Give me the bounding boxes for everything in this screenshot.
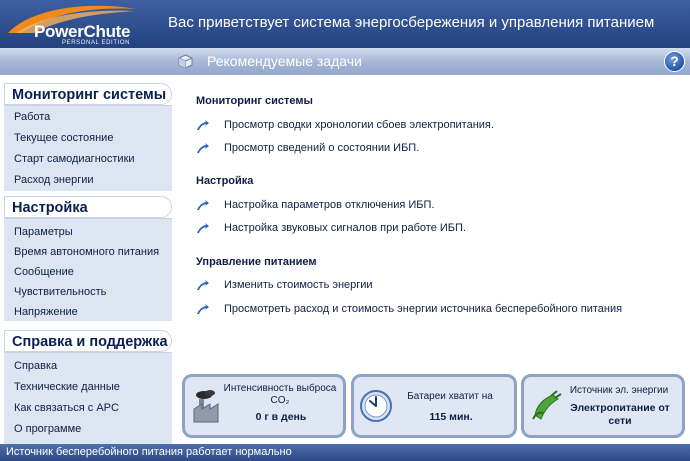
sidebar-section-title: Мониторинг системы	[4, 83, 172, 105]
powerchute-logo: PowerChute PERSONAL EDITION	[0, 0, 140, 48]
task-link[interactable]: Изменить стоимость энергии	[196, 279, 373, 291]
sidebar-item-sensitivity[interactable]: Чувствительность	[4, 282, 172, 302]
sidebar-item-parameters[interactable]: Параметры	[4, 222, 172, 242]
sidebar-item-help[interactable]: Справка	[4, 356, 172, 377]
logo-subtitle: PERSONAL EDITION	[62, 40, 131, 46]
recommended-tasks-panel: Мониторинг системы Просмотр сводки хроно…	[176, 75, 690, 375]
tasks-section-title: Управление питанием	[196, 256, 317, 268]
plug-icon	[532, 390, 562, 420]
status-cards: Интенсивность выброса CO₂ 0 г в день Бат…	[176, 370, 690, 444]
co2-value: 0 г в день	[255, 411, 307, 423]
co2-label-line1: Интенсивность выброса	[223, 383, 337, 394]
sidebar-item-tech-data[interactable]: Технические данные	[4, 377, 172, 398]
sidebar: Мониторинг системы Работа Текущее состоя…	[0, 75, 175, 444]
source-label: Источник эл. энергии	[569, 385, 669, 396]
task-label: Настройка звуковых сигналов при работе И…	[224, 222, 466, 234]
sidebar-section-title: Настройка	[4, 196, 172, 218]
task-label: Изменить стоимость энергии	[224, 279, 373, 291]
app-header: PowerChute PERSONAL EDITION Вас приветст…	[0, 0, 690, 48]
task-arrow-icon	[197, 120, 209, 131]
task-label: Настройка параметров отключения ИБП.	[224, 199, 435, 211]
task-label: Просмотреть расход и стоимость энергии и…	[224, 303, 623, 315]
subheader-title: Рекомендуемые задачи	[207, 53, 362, 69]
sidebar-item-self-test[interactable]: Старт самодиагностики	[4, 149, 172, 170]
task-label: Просмотр сводки хронологии сбоев электро…	[224, 119, 494, 131]
sidebar-item-contact-apc[interactable]: Как связаться с APC	[4, 398, 172, 419]
task-link[interactable]: Настройка звуковых сигналов при работе И…	[196, 222, 466, 234]
battery-runtime-card[interactable]: Батареи хватит на 115 мин.	[351, 374, 517, 438]
task-link[interactable]: Настройка параметров отключения ИБП.	[196, 199, 434, 211]
sidebar-section-help: Справка и поддержка Справка Технические …	[4, 330, 172, 444]
sidebar-item-about[interactable]: О программе	[4, 419, 172, 440]
factory-icon	[193, 390, 219, 423]
status-bar: Источник бесперебойного питания работает…	[0, 444, 690, 461]
sidebar-section-box: Справка Технические данные Как связаться…	[4, 352, 172, 444]
sidebar-item-runtime[interactable]: Время автономного питания	[4, 242, 172, 262]
clock-icon	[360, 390, 392, 422]
task-arrow-icon	[197, 143, 209, 154]
co2-label-line2: CO₂	[270, 395, 290, 406]
help-icon[interactable]: ?	[664, 51, 685, 72]
task-arrow-icon	[197, 200, 209, 211]
sidebar-section-monitoring: Мониторинг системы Работа Текущее состоя…	[4, 83, 172, 191]
battery-value: 115 мин.	[429, 411, 473, 423]
sidebar-item-work[interactable]: Работа	[4, 107, 172, 128]
task-arrow-icon	[197, 304, 209, 315]
sidebar-item-energy-usage[interactable]: Расход энергии	[4, 170, 172, 191]
co2-card[interactable]: Интенсивность выброса CO₂ 0 г в день	[182, 374, 346, 438]
subheader-bar: Рекомендуемые задачи ?	[0, 48, 690, 75]
header-title: Вас приветствует система энергосбережени…	[168, 14, 655, 31]
power-source-card[interactable]: Источник эл. энергии Электропитание от с…	[521, 374, 685, 438]
tasks-section-title: Мониторинг системы	[196, 95, 313, 107]
task-link[interactable]: Просмотреть расход и стоимость энергии и…	[196, 303, 622, 315]
sidebar-section-box: Работа Текущее состояние Старт самодиагн…	[4, 105, 172, 191]
sidebar-section-title: Справка и поддержка	[4, 330, 172, 352]
source-value: Электропитание от сети	[570, 402, 670, 427]
sidebar-item-message[interactable]: Сообщение	[4, 262, 172, 282]
task-arrow-icon	[197, 280, 209, 291]
task-link[interactable]: Просмотр сведений о состоянии ИБП.	[196, 142, 419, 154]
sidebar-section-settings: Настройка Параметры Время автономного пи…	[4, 196, 172, 321]
tasks-box-icon	[178, 54, 193, 69]
task-label: Просмотр сведений о состоянии ИБП.	[224, 142, 420, 154]
battery-label: Батареи хватит на	[407, 391, 493, 402]
sidebar-section-box: Параметры Время автономного питания Сооб…	[4, 218, 172, 321]
task-arrow-icon	[197, 223, 209, 234]
logo-text: PowerChute	[34, 22, 131, 41]
tasks-section-title: Настройка	[196, 175, 254, 187]
co2-label: Интенсивность выброса CO₂	[223, 383, 337, 407]
sidebar-item-current-state[interactable]: Текущее состояние	[4, 128, 172, 149]
task-link[interactable]: Просмотр сводки хронологии сбоев электро…	[196, 119, 494, 131]
sidebar-item-voltage[interactable]: Напряжение	[4, 302, 172, 322]
